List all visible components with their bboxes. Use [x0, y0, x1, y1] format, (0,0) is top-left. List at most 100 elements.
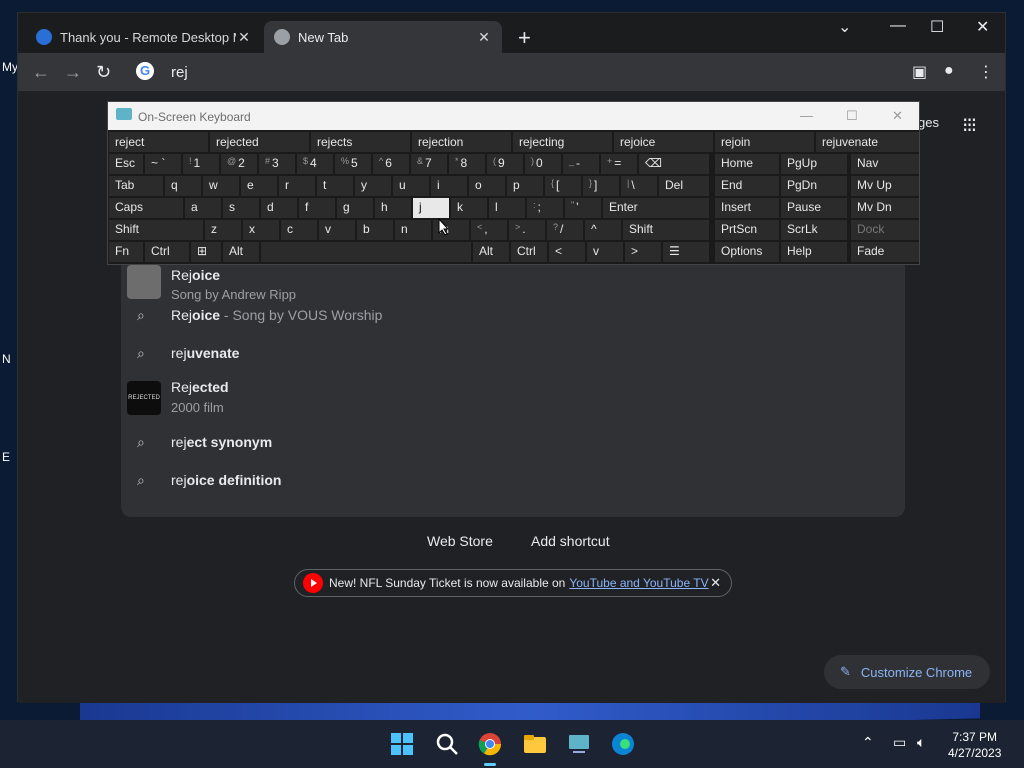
- key-esc[interactable]: Esc: [109, 154, 143, 174]
- close-tab-icon[interactable]: ✕: [236, 29, 252, 46]
- key-space[interactable]: [261, 242, 471, 262]
- key-pgup[interactable]: PgUp: [781, 154, 847, 174]
- key-3[interactable]: #3: [259, 154, 295, 174]
- prediction-key[interactable]: rejected: [210, 132, 309, 152]
- key-2[interactable]: @2: [221, 154, 257, 174]
- prediction-key[interactable]: rejects: [311, 132, 410, 152]
- key-6[interactable]: ^ 6: [373, 154, 409, 174]
- minimize-button[interactable]: —: [890, 17, 906, 35]
- close-button[interactable]: ✕: [892, 108, 903, 124]
- key-k[interactable]: k: [451, 198, 487, 218]
- key-tab[interactable]: Tab: [109, 176, 163, 196]
- promo-link[interactable]: YouTube and YouTube TV: [569, 576, 708, 590]
- reload-button[interactable]: ↻: [96, 62, 111, 83]
- search-icon[interactable]: [435, 732, 459, 756]
- key-home[interactable]: Home: [715, 154, 779, 174]
- key-r[interactable]: r: [279, 176, 315, 196]
- remote-desktop-taskbar-icon[interactable]: [567, 732, 591, 756]
- minimize-button[interactable]: —: [800, 108, 813, 123]
- tab-new-tab[interactable]: New Tab ✕: [264, 21, 502, 53]
- key-backspace[interactable]: ⌫: [639, 154, 709, 174]
- key-del[interactable]: Del: [659, 176, 709, 196]
- key-semicolon[interactable]: :;: [527, 198, 563, 218]
- desktop-label-my[interactable]: My: [2, 60, 18, 74]
- key-mv-dn[interactable]: Mv Dn: [851, 198, 919, 218]
- key-nav[interactable]: Nav: [851, 154, 919, 174]
- key-j[interactable]: j: [413, 198, 449, 218]
- key-y[interactable]: y: [355, 176, 391, 196]
- desktop-label-e[interactable]: E: [2, 450, 10, 464]
- key-7[interactable]: & 7: [411, 154, 447, 174]
- key-insert[interactable]: Insert: [715, 198, 779, 218]
- key-pgdn[interactable]: PgDn: [781, 176, 847, 196]
- add-shortcut-button[interactable]: Add shortcut: [531, 533, 610, 549]
- close-icon[interactable]: ✕: [710, 575, 721, 591]
- key-equals[interactable]: + =: [601, 154, 637, 174]
- key-slash[interactable]: ? /: [547, 220, 583, 240]
- key-alt-right[interactable]: Alt: [473, 242, 509, 262]
- prediction-key[interactable]: rejecting: [513, 132, 612, 152]
- key-p[interactable]: p: [507, 176, 543, 196]
- windows-key[interactable]: ⊞: [191, 242, 221, 262]
- key-caps[interactable]: Caps: [109, 198, 183, 218]
- key-menu[interactable]: ☰: [663, 242, 709, 262]
- key-comma[interactable]: <,: [471, 220, 507, 240]
- key-b[interactable]: b: [357, 220, 393, 240]
- key-e[interactable]: e: [241, 176, 277, 196]
- desktop-label-n[interactable]: N: [2, 352, 11, 366]
- key-options[interactable]: Options: [715, 242, 779, 262]
- tab-search-icon[interactable]: ⌄: [838, 17, 851, 37]
- key-5[interactable]: % 5: [335, 154, 371, 174]
- key-f[interactable]: f: [299, 198, 335, 218]
- prediction-key[interactable]: rejoin: [715, 132, 814, 152]
- prediction-key[interactable]: rejoice: [614, 132, 713, 152]
- key-s[interactable]: s: [223, 198, 259, 218]
- key-quote[interactable]: " ': [565, 198, 601, 218]
- key-right-bracket[interactable]: }]: [583, 176, 619, 196]
- key-l[interactable]: l: [489, 198, 525, 218]
- tab-remote-desktop[interactable]: Thank you - Remote Desktop Ma ✕: [26, 21, 262, 53]
- volume-icon[interactable]: 🔈︎: [917, 734, 925, 751]
- key-mv-up[interactable]: Mv Up: [851, 176, 919, 196]
- system-clock[interactable]: 7:37 PM 4/27/2023: [948, 729, 1001, 761]
- key-d[interactable]: d: [261, 198, 297, 218]
- key-shift-right[interactable]: Shift: [623, 220, 709, 240]
- key-ctrl-right[interactable]: Ctrl: [511, 242, 547, 262]
- key-a[interactable]: a: [185, 198, 221, 218]
- key-q[interactable]: q: [165, 176, 201, 196]
- menu-icon[interactable]: ⋮: [978, 62, 994, 82]
- key-o[interactable]: o: [469, 176, 505, 196]
- maximize-button[interactable]: ☐: [846, 108, 858, 124]
- key-enter[interactable]: Enter: [603, 198, 709, 218]
- key-end[interactable]: End: [715, 176, 779, 196]
- key-shift-left[interactable]: Shift: [109, 220, 203, 240]
- key-pause[interactable]: Pause: [781, 198, 847, 218]
- forward-button[interactable]: →: [64, 62, 82, 83]
- key-right-arrow[interactable]: >: [625, 242, 661, 262]
- close-tab-icon[interactable]: ✕: [476, 29, 492, 46]
- maximize-button[interactable]: ☐: [930, 17, 944, 37]
- chrome-taskbar-icon[interactable]: [478, 732, 502, 756]
- key-prtscn[interactable]: PrtScn: [715, 220, 779, 240]
- key-c[interactable]: c: [281, 220, 317, 240]
- key-dock[interactable]: Dock: [851, 220, 919, 240]
- prediction-key[interactable]: rejection: [412, 132, 511, 152]
- key-down-arrow[interactable]: v: [587, 242, 623, 262]
- key-8[interactable]: * 8: [449, 154, 485, 174]
- key-minus[interactable]: _ -: [563, 154, 599, 174]
- images-link[interactable]: ges: [918, 115, 939, 130]
- chevron-up-icon[interactable]: ⌃: [862, 734, 874, 751]
- key-x[interactable]: x: [243, 220, 279, 240]
- start-button[interactable]: [390, 732, 414, 756]
- key-v[interactable]: v: [319, 220, 355, 240]
- key-z[interactable]: z: [205, 220, 241, 240]
- key-1[interactable]: ! 1: [183, 154, 219, 174]
- key-i[interactable]: i: [431, 176, 467, 196]
- key-w[interactable]: w: [203, 176, 239, 196]
- key-fn[interactable]: Fn: [109, 242, 143, 262]
- key-4[interactable]: $4: [297, 154, 333, 174]
- key-0[interactable]: ) 0: [525, 154, 561, 174]
- key-left-arrow[interactable]: <: [549, 242, 585, 262]
- network-icon[interactable]: ▭: [893, 734, 906, 751]
- side-panel-icon[interactable]: ▣: [912, 62, 927, 82]
